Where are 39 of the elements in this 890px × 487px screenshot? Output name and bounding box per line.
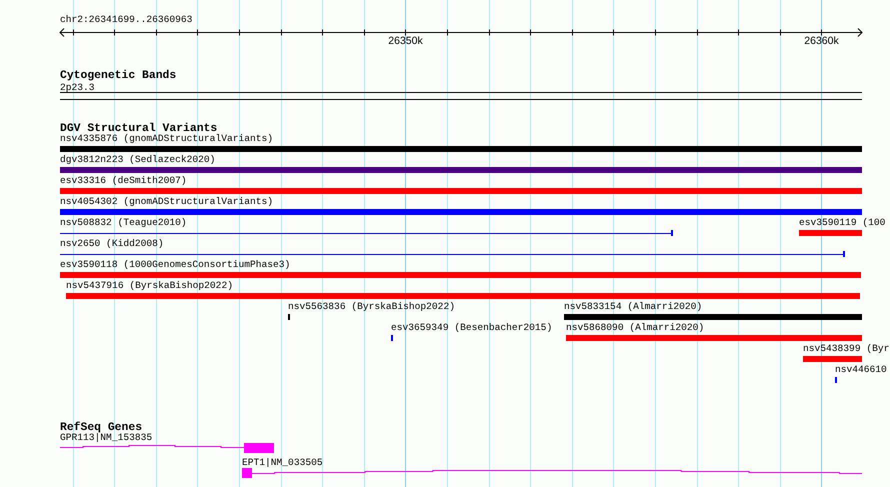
variant-bar[interactable] — [60, 188, 862, 194]
variant-bar[interactable] — [564, 314, 862, 320]
track-title: Cytogenetic Bands — [60, 70, 176, 83]
variant-mark[interactable] — [288, 314, 290, 320]
tick-label: 26360k — [804, 35, 839, 47]
variant-label[interactable]: nsv446610 — [835, 364, 887, 376]
variant-label[interactable]: nsv508832 (Teague2010) — [60, 217, 187, 229]
variant-bar[interactable] — [60, 146, 862, 152]
variant-label[interactable]: dgv3812n223 (Sedlazeck2020) — [60, 154, 216, 166]
variant-label[interactable]: esv3590118 (1000GenomesConsortiumPhase3) — [60, 259, 290, 271]
variant-bar[interactable] — [60, 272, 861, 278]
track-title: DGV Structural Variants — [60, 123, 218, 135]
variant-bar[interactable] — [799, 230, 862, 236]
variant-label[interactable]: nsv5437916 (ByrskaBishop2022) — [66, 280, 233, 292]
gene-model[interactable] — [60, 443, 274, 453]
track-title: RefSeq Genes — [60, 422, 142, 434]
variant-label[interactable]: nsv2650 (Kidd2008) — [60, 238, 164, 250]
variant-label[interactable]: esv3659349 (Besenbacher2015) — [391, 322, 552, 334]
gene-model[interactable] — [242, 468, 862, 478]
variant-bar[interactable] — [60, 167, 862, 173]
variant-mark[interactable] — [391, 335, 393, 341]
variant-label[interactable]: nsv5563836 (ByrskaBishop2022) — [288, 301, 455, 313]
variant-bar[interactable] — [66, 293, 860, 299]
variant-label[interactable]: esv33316 (deSmith2007) — [60, 175, 187, 187]
location-label: chr2:26341699..26360963 — [60, 14, 192, 26]
tick-label: 26350k — [388, 35, 423, 47]
variant-bar[interactable] — [803, 356, 862, 362]
variant-label[interactable]: nsv4335876 (gnomADStructuralVariants) — [60, 133, 274, 145]
band-label: 2p23.3 — [60, 82, 95, 93]
variant-bar[interactable] — [566, 335, 862, 341]
variant-mark[interactable] — [835, 377, 837, 383]
variant-label[interactable]: nsv5438399 (Byr — [803, 343, 890, 355]
gene-label[interactable]: EPT1|NM_033505 — [242, 457, 323, 469]
gene-label[interactable]: GPR113|NM_153835 — [60, 432, 152, 444]
variant-label[interactable]: esv3590119 (100 — [799, 217, 886, 229]
variant-label[interactable]: nsv4054302 (gnomADStructuralVariants) — [60, 196, 274, 208]
variant-bar[interactable] — [60, 209, 862, 215]
variant-label[interactable]: nsv5868090 (Almarri2020) — [566, 322, 704, 334]
variant-label[interactable]: nsv5833154 (Almarri2020) — [564, 301, 702, 313]
